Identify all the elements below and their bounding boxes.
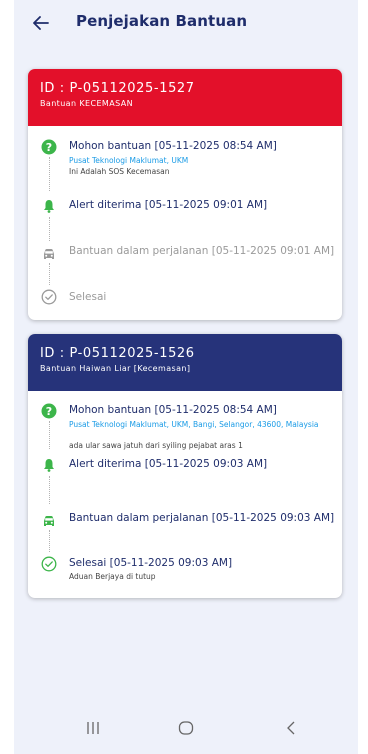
card-subtitle: Bantuan KECEMASAN xyxy=(40,99,133,108)
back-arrow-icon[interactable] xyxy=(28,10,54,36)
timeline-connector xyxy=(49,421,50,449)
step-location: Pusat Teknologi Maklumat, UKM xyxy=(69,156,189,165)
bell-icon xyxy=(41,198,57,214)
step-location: Pusat Teknologi Maklumat, UKM, Bangi, Se… xyxy=(69,420,319,429)
help-circle-icon: ? xyxy=(41,403,57,419)
step-detail: ada ular sawa jatuh dari syiling pejabat… xyxy=(69,441,243,450)
app-bar: Penjejakan Bantuan xyxy=(14,0,358,48)
page-title: Penjejakan Bantuan xyxy=(76,12,248,30)
home-icon[interactable] xyxy=(178,720,194,739)
card-header: ID : P-05112025-1527 Bantuan KECEMASAN xyxy=(28,69,342,126)
recent-apps-icon[interactable] xyxy=(86,720,100,739)
check-circle-icon xyxy=(41,556,57,572)
car-icon xyxy=(41,246,57,262)
svg-text:?: ? xyxy=(46,141,52,154)
step-label: Alert diterima [05-11-2025 09:01 AM] xyxy=(69,199,268,211)
step-label: Selesai [05-11-2025 09:03 AM] xyxy=(69,557,233,569)
timeline-connector xyxy=(49,217,50,241)
step-detail: Aduan Berjaya di tutup xyxy=(69,572,156,581)
assistance-card[interactable]: ID : P-05112025-1526 Bantuan Haiwan Liar… xyxy=(28,334,342,598)
card-id: ID : P-05112025-1527 xyxy=(40,81,195,96)
assistance-card[interactable]: ID : P-05112025-1527 Bantuan KECEMASAN ?… xyxy=(28,69,342,320)
step-label: Bantuan dalam perjalanan [05-11-2025 09:… xyxy=(69,512,335,524)
timeline-connector xyxy=(49,263,50,285)
app-screen: Penjejakan Bantuan ID : P-05112025-1527 … xyxy=(14,0,358,754)
step-label: Selesai xyxy=(69,291,107,303)
svg-text:?: ? xyxy=(46,405,52,418)
check-circle-icon xyxy=(41,289,57,305)
car-icon xyxy=(41,513,57,529)
back-nav-icon[interactable] xyxy=(286,720,296,739)
card-header: ID : P-05112025-1526 Bantuan Haiwan Liar… xyxy=(28,334,342,391)
timeline-connector xyxy=(49,157,50,191)
help-circle-icon: ? xyxy=(41,139,57,155)
bell-icon xyxy=(41,457,57,473)
step-label: Mohon bantuan [05-11-2025 08:54 AM] xyxy=(69,140,277,152)
card-subtitle: Bantuan Haiwan Liar [Kecemasan] xyxy=(40,364,191,373)
step-label: Alert diterima [05-11-2025 09:03 AM] xyxy=(69,458,268,470)
card-id: ID : P-05112025-1526 xyxy=(40,346,195,361)
system-nav-bar xyxy=(14,700,358,754)
step-label: Bantuan dalam perjalanan [05-11-2025 09:… xyxy=(69,245,335,257)
step-label: Mohon bantuan [05-11-2025 08:54 AM] xyxy=(69,404,277,416)
timeline-connector xyxy=(49,530,50,552)
step-detail: Ini Adalah SOS Kecemasan xyxy=(69,167,170,176)
timeline-connector xyxy=(49,476,50,504)
